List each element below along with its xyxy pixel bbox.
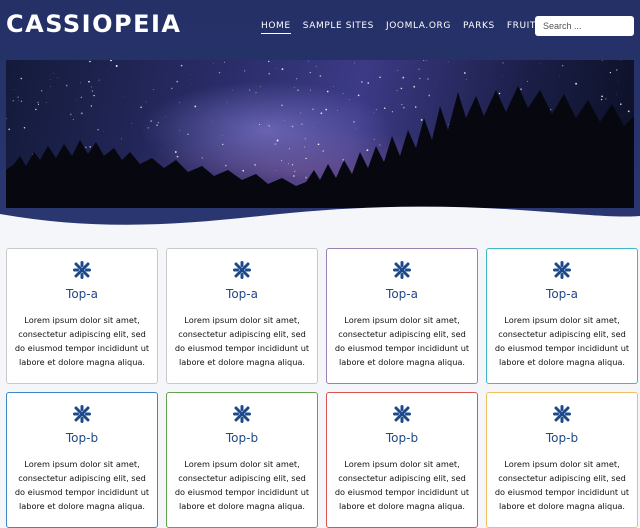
module-card: Top-a Lorem ipsum dolor sit amet, consec… [6, 248, 158, 384]
module-card: Top-b Lorem ipsum dolor sit amet, consec… [166, 392, 318, 528]
module-card: Top-b Lorem ipsum dolor sit amet, consec… [486, 392, 638, 528]
hero-banner-image [6, 60, 634, 208]
joomla-icon [72, 260, 92, 280]
module-card: Top-a Lorem ipsum dolor sit amet, consec… [166, 248, 318, 384]
card-title: Top-a [327, 287, 477, 301]
card-title: Top-a [167, 287, 317, 301]
nav-sample-sites[interactable]: SAMPLE SITES [303, 21, 374, 34]
main-nav: HOME SAMPLE SITES JOOMLA.ORG PARKS FRUIT… [261, 21, 579, 34]
site-brand-logo[interactable]: CASSIOPEIA [6, 10, 182, 38]
card-title: Top-b [167, 431, 317, 445]
card-text: Lorem ipsum dolor sit amet, consectetur … [333, 313, 471, 369]
nav-joomla-org[interactable]: JOOMLA.ORG [386, 21, 451, 34]
module-card: Top-b Lorem ipsum dolor sit amet, consec… [6, 392, 158, 528]
module-cards-grid: Top-a Lorem ipsum dolor sit amet, consec… [6, 248, 634, 528]
card-text: Lorem ipsum dolor sit amet, consectetur … [493, 313, 631, 369]
card-text: Lorem ipsum dolor sit amet, consectetur … [173, 457, 311, 513]
joomla-icon [392, 404, 412, 424]
joomla-icon [72, 404, 92, 424]
night-sky-forest-illustration [6, 60, 634, 208]
card-text: Lorem ipsum dolor sit amet, consectetur … [333, 457, 471, 513]
joomla-icon [232, 260, 252, 280]
card-title: Top-a [487, 287, 637, 301]
card-title: Top-b [327, 431, 477, 445]
card-title: Top-b [487, 431, 637, 445]
nav-home[interactable]: HOME [261, 21, 291, 34]
card-text: Lorem ipsum dolor sit amet, consectetur … [173, 313, 311, 369]
module-card: Top-a Lorem ipsum dolor sit amet, consec… [486, 248, 638, 384]
joomla-icon [232, 404, 252, 424]
search-input[interactable] [535, 16, 634, 36]
module-card: Top-b Lorem ipsum dolor sit amet, consec… [326, 392, 478, 528]
card-title: Top-a [7, 287, 157, 301]
site-header: CASSIOPEIA HOME SAMPLE SITES JOOMLA.ORG … [0, 0, 640, 230]
card-title: Top-b [7, 431, 157, 445]
joomla-icon [552, 404, 572, 424]
module-card: Top-a Lorem ipsum dolor sit amet, consec… [326, 248, 478, 384]
card-text: Lorem ipsum dolor sit amet, consectetur … [13, 313, 151, 369]
joomla-icon [392, 260, 412, 280]
card-text: Lorem ipsum dolor sit amet, consectetur … [493, 457, 631, 513]
nav-parks[interactable]: PARKS [463, 21, 495, 34]
card-text: Lorem ipsum dolor sit amet, consectetur … [13, 457, 151, 513]
header-wave-divider [0, 196, 640, 230]
joomla-icon [552, 260, 572, 280]
